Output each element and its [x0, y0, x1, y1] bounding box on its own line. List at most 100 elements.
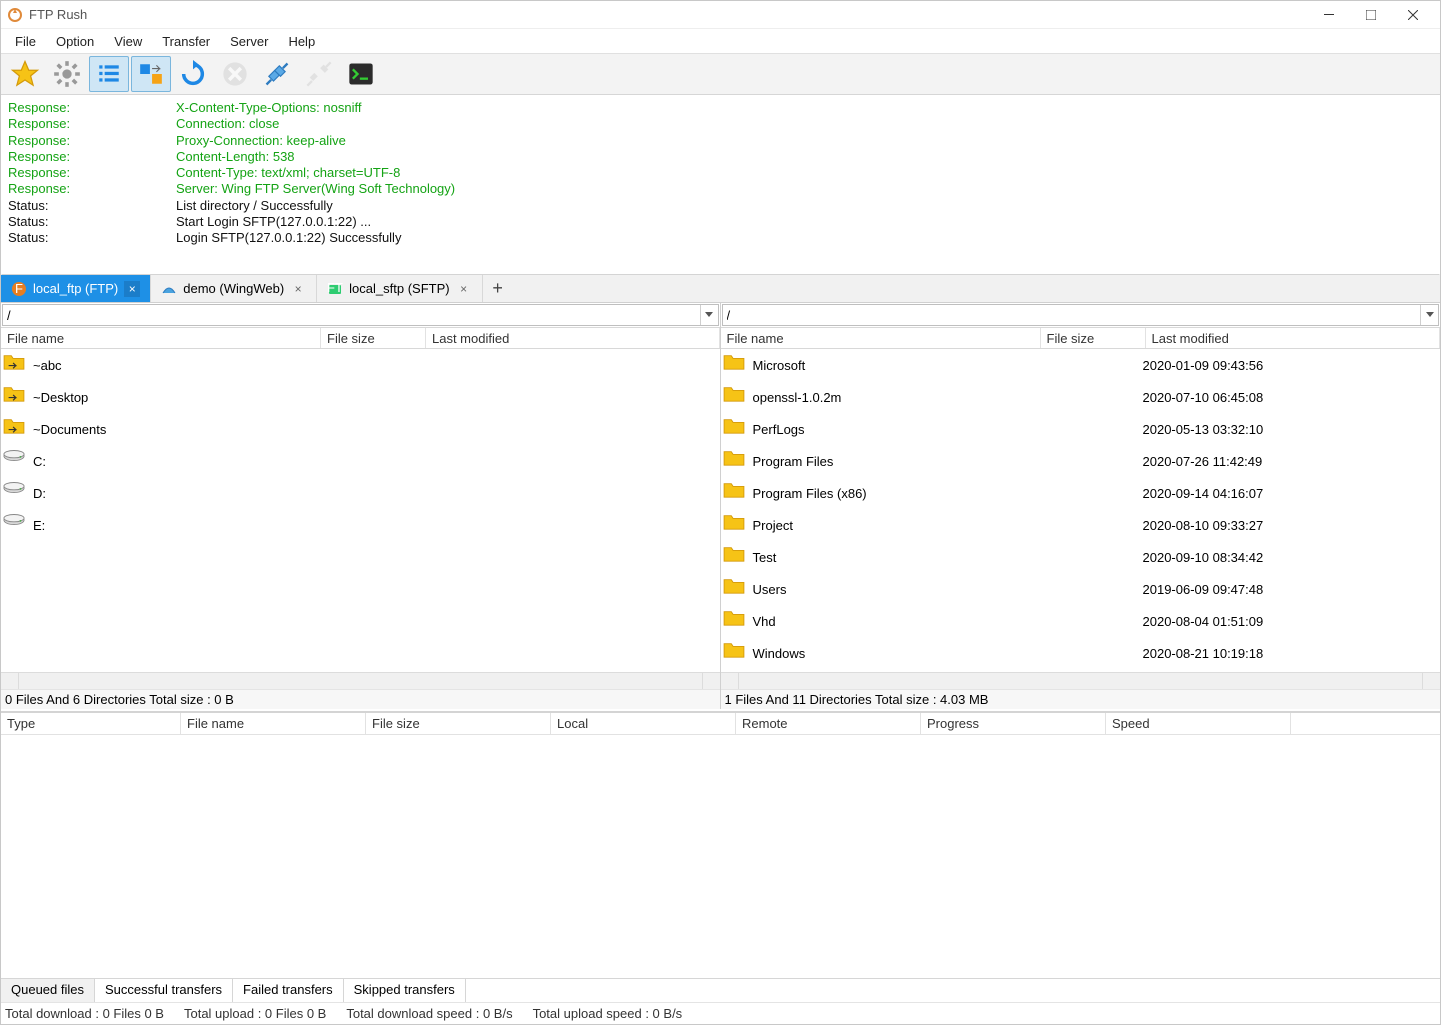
file-row[interactable]: Project2020-08-10 09:33:27	[721, 509, 1441, 541]
close-tab-icon[interactable]: ×	[456, 281, 472, 297]
ftp-icon: F	[11, 281, 27, 297]
file-row[interactable]: D:	[1, 477, 720, 509]
file-row[interactable]: C:	[1, 445, 720, 477]
file-row[interactable]: openssl-1.0.2m 2020-07-10 06:45:08	[721, 381, 1441, 413]
refresh-icon[interactable]	[173, 56, 213, 92]
file-name: E:	[33, 518, 620, 533]
queue-col[interactable]: Progress	[921, 713, 1106, 734]
queue-col[interactable]: Speed	[1106, 713, 1291, 734]
close-button[interactable]	[1392, 2, 1434, 28]
left-file-list[interactable]: ~abc~Desktop~Documents C: D: E:	[1, 349, 720, 672]
file-name: Program Files	[753, 454, 1043, 469]
connection-tab[interactable]: SFTPlocal_sftp (SFTP)×	[317, 275, 482, 302]
file-name: Windows	[753, 646, 1043, 661]
queue-tab[interactable]: Skipped transfers	[344, 979, 466, 1002]
minimize-button[interactable]	[1308, 2, 1350, 28]
right-file-list[interactable]: Microsoft2020-01-09 09:43:56openssl-1.0.…	[721, 349, 1441, 672]
queue-col[interactable]: Type	[1, 713, 181, 734]
queue-col[interactable]: File size	[366, 713, 551, 734]
right-path-dropdown[interactable]	[1420, 305, 1438, 325]
log-row: Status:List directory / Successfully	[4, 198, 1437, 214]
left-path-input[interactable]	[3, 305, 700, 325]
connect-icon[interactable]	[257, 56, 297, 92]
file-row[interactable]: Test2020-09-10 08:34:42	[721, 541, 1441, 573]
col-modified[interactable]: Last modified	[426, 328, 720, 348]
folder-icon	[723, 609, 747, 633]
file-row[interactable]: Windows 2020-08-21 10:19:18	[721, 637, 1441, 669]
col-size[interactable]: File size	[321, 328, 426, 348]
menu-option[interactable]: Option	[46, 31, 104, 52]
file-name: PerfLogs	[753, 422, 1043, 437]
left-status: 0 Files And 6 Directories Total size : 0…	[1, 689, 720, 709]
drive-icon	[3, 449, 27, 473]
close-tab-icon[interactable]: ×	[290, 281, 306, 297]
linkfolder-icon	[3, 417, 27, 441]
connection-tab[interactable]: Flocal_ftp (FTP)×	[1, 275, 151, 302]
left-path-dropdown[interactable]	[700, 305, 718, 325]
queue-col[interactable]: Remote	[736, 713, 921, 734]
file-row[interactable]: PerfLogs 2020-05-13 03:32:10	[721, 413, 1441, 445]
log-row: Response:Proxy-Connection: keep-alive	[4, 133, 1437, 149]
terminal-icon[interactable]	[341, 56, 381, 92]
folder-icon	[723, 353, 747, 377]
queue-col[interactable]: File name	[181, 713, 366, 734]
folder-icon	[723, 641, 747, 665]
log-panel[interactable]: Response:X-Content-Type-Options: nosniff…	[1, 95, 1440, 275]
file-row[interactable]: ~Documents	[1, 413, 720, 445]
menu-file[interactable]: File	[5, 31, 46, 52]
file-modified: 2020-08-04 01:51:09	[1143, 614, 1343, 629]
file-modified: 2020-07-10 06:45:08	[1143, 390, 1343, 405]
col-name[interactable]: File name	[1, 328, 321, 348]
folder-icon	[723, 417, 747, 441]
file-modified: 2020-09-14 04:16:07	[1143, 486, 1343, 501]
queue-tab[interactable]: Failed transfers	[233, 979, 344, 1002]
file-row[interactable]: Microsoft2020-01-09 09:43:56	[721, 349, 1441, 381]
col-modified[interactable]: Last modified	[1146, 328, 1441, 348]
right-path-input[interactable]	[723, 305, 1421, 325]
file-row[interactable]: Users2019-06-09 09:47:48	[721, 573, 1441, 605]
menu-help[interactable]: Help	[278, 31, 325, 52]
file-name: openssl-1.0.2m	[753, 390, 1043, 405]
menu-bar: FileOptionViewTransferServerHelp	[1, 29, 1440, 53]
right-status: 1 Files And 11 Directories Total size : …	[721, 689, 1441, 709]
file-row[interactable]: ~abc	[1, 349, 720, 381]
log-row: Response:Connection: close	[4, 116, 1437, 132]
compare-icon[interactable]	[131, 56, 171, 92]
file-row[interactable]: ~Desktop	[1, 381, 720, 413]
settings-icon[interactable]	[47, 56, 87, 92]
menu-view[interactable]: View	[104, 31, 152, 52]
list-view-icon[interactable]	[89, 56, 129, 92]
right-path-bar	[722, 304, 1440, 326]
queue-body[interactable]	[1, 735, 1440, 978]
queue-col[interactable]: Local	[551, 713, 736, 734]
file-row[interactable]: Program Files (x86)2020-09-14 04:16:07	[721, 477, 1441, 509]
folder-icon	[723, 449, 747, 473]
file-modified: 2019-06-09 09:47:48	[1143, 582, 1343, 597]
col-size[interactable]: File size	[1041, 328, 1146, 348]
file-row[interactable]: Program Files2020-07-26 11:42:49	[721, 445, 1441, 477]
add-tab-button[interactable]: +	[483, 275, 513, 302]
file-panes: File name File size Last modified ~abc~D…	[1, 303, 1440, 709]
file-row[interactable]: E:	[1, 509, 720, 541]
left-hscrollbar[interactable]	[1, 672, 720, 689]
favorite-icon[interactable]	[5, 56, 45, 92]
queue-tab[interactable]: Queued files	[1, 979, 95, 1002]
maximize-button[interactable]	[1350, 2, 1392, 28]
right-hscrollbar[interactable]	[721, 672, 1441, 689]
file-modified: 2020-08-21 10:19:18	[1143, 646, 1343, 661]
queue-tab[interactable]: Successful transfers	[95, 979, 233, 1002]
menu-server[interactable]: Server	[220, 31, 278, 52]
close-tab-icon[interactable]: ×	[124, 281, 140, 297]
file-modified: 2020-05-13 03:32:10	[1143, 422, 1343, 437]
status-upload: Total upload : 0 Files 0 B	[184, 1006, 326, 1021]
file-row[interactable]: Vhd2020-08-04 01:51:09	[721, 605, 1441, 637]
menu-transfer[interactable]: Transfer	[152, 31, 220, 52]
file-name: C:	[33, 454, 620, 469]
col-name[interactable]: File name	[721, 328, 1041, 348]
app-icon	[7, 7, 23, 23]
log-row: Status:Login SFTP(127.0.0.1:22) Successf…	[4, 230, 1437, 246]
file-name: Microsoft	[753, 358, 1043, 373]
stop-icon	[215, 56, 255, 92]
connection-tab[interactable]: demo (WingWeb)×	[151, 275, 317, 302]
queue-tabs: Queued filesSuccessful transfersFailed t…	[1, 978, 1440, 1002]
